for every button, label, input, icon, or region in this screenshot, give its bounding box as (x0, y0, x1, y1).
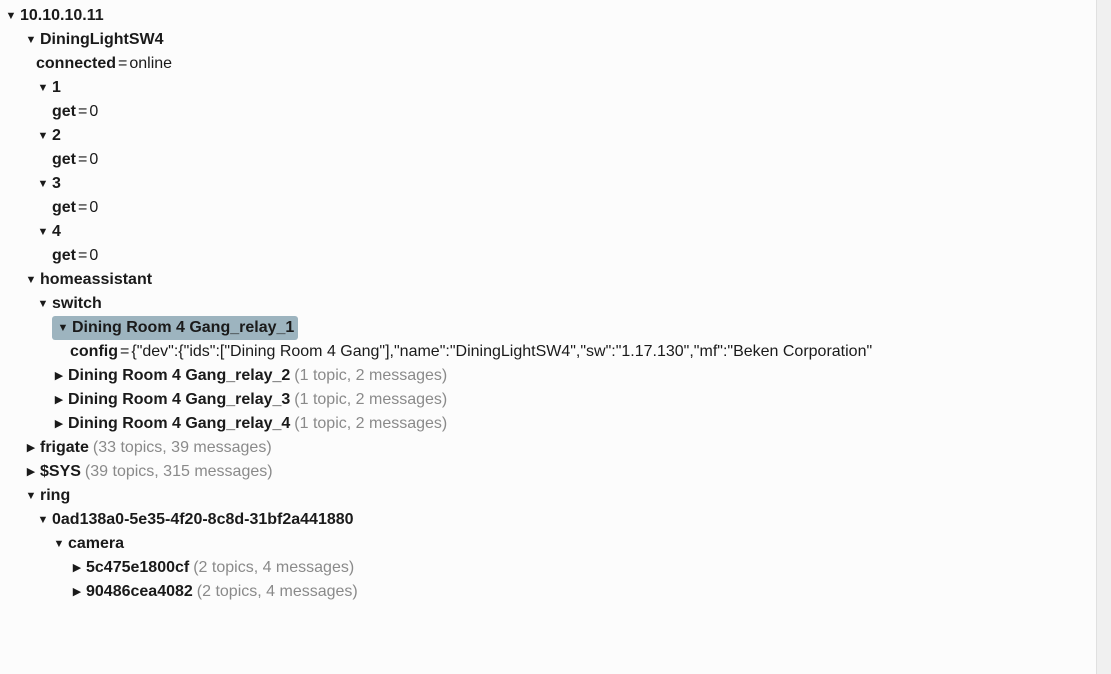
prop-value: 0 (89, 244, 98, 268)
node-label: Dining Room 4 Gang_relay_2 (68, 364, 290, 388)
tree-node-dining[interactable]: DiningLightSW4 (0, 28, 1111, 52)
node-meta: (33 topics, 39 messages) (93, 436, 272, 460)
prop-value: 0 (89, 100, 98, 124)
node-meta: (39 topics, 315 messages) (85, 460, 273, 484)
selected-node[interactable]: Dining Room 4 Gang_relay_1 (52, 316, 298, 340)
tree-leaf-ch4-get[interactable]: get = 0 (0, 244, 1111, 268)
node-label: switch (52, 292, 102, 316)
tree-node-relay4[interactable]: Dining Room 4 Gang_relay_4 (1 topic, 2 m… (0, 412, 1111, 436)
chevron-right-icon[interactable] (24, 460, 38, 484)
chevron-down-icon[interactable] (36, 220, 50, 244)
node-meta: (1 topic, 2 messages) (294, 412, 447, 436)
node-meta: (1 topic, 2 messages) (294, 388, 447, 412)
prop-key: get (52, 196, 76, 220)
tree-leaf-ch3-get[interactable]: get = 0 (0, 196, 1111, 220)
prop-key: get (52, 100, 76, 124)
tree-node-ch1[interactable]: 1 (0, 76, 1111, 100)
tree-leaf-relay1-config[interactable]: config = {"dev":{"ids":["Dining Room 4 G… (0, 340, 1111, 364)
node-label: ring (40, 484, 70, 508)
tree-node-root[interactable]: 10.10.10.11 (0, 4, 1111, 28)
tree-node-relay2[interactable]: Dining Room 4 Gang_relay_2 (1 topic, 2 m… (0, 364, 1111, 388)
node-label: frigate (40, 436, 89, 460)
tree-container: 10.10.10.11 DiningLightSW4 connected = o… (0, 0, 1111, 674)
chevron-right-icon[interactable] (70, 580, 84, 604)
chevron-down-icon[interactable] (24, 268, 38, 292)
tree-leaf-ch1-get[interactable]: get = 0 (0, 100, 1111, 124)
chevron-right-icon[interactable] (52, 364, 66, 388)
vertical-scrollbar[interactable] (1096, 0, 1111, 674)
chevron-down-icon[interactable] (52, 532, 66, 556)
equals-sign: = (118, 52, 127, 76)
node-label: homeassistant (40, 268, 152, 292)
node-label: Dining Room 4 Gang_relay_1 (72, 316, 294, 340)
tree-node-ring-uuid[interactable]: 0ad138a0-5e35-4f20-8c8d-31bf2a441880 (0, 508, 1111, 532)
node-meta: (2 topics, 4 messages) (197, 580, 358, 604)
node-label: 5c475e1800cf (86, 556, 189, 580)
chevron-down-icon[interactable] (36, 172, 50, 196)
node-meta: (2 topics, 4 messages) (193, 556, 354, 580)
node-label: 10.10.10.11 (20, 4, 104, 28)
chevron-down-icon[interactable] (24, 28, 38, 52)
chevron-right-icon[interactable] (52, 412, 66, 436)
tree-node-ch2[interactable]: 2 (0, 124, 1111, 148)
equals-sign: = (78, 244, 87, 268)
chevron-down-icon[interactable] (56, 316, 70, 340)
node-label: DiningLightSW4 (40, 28, 164, 52)
tree-node-ch3[interactable]: 3 (0, 172, 1111, 196)
tree-node-camera2[interactable]: 90486cea4082 (2 topics, 4 messages) (0, 580, 1111, 604)
tree-node-relay1[interactable]: Dining Room 4 Gang_relay_1 (0, 316, 1111, 340)
prop-key: config (70, 340, 118, 364)
tree-node-camera[interactable]: camera (0, 532, 1111, 556)
tree-leaf-connected[interactable]: connected = online (0, 52, 1111, 76)
prop-value: 0 (89, 196, 98, 220)
tree-node-frigate[interactable]: frigate (33 topics, 39 messages) (0, 436, 1111, 460)
chevron-down-icon[interactable] (24, 484, 38, 508)
prop-key: connected (36, 52, 116, 76)
node-label: 3 (52, 172, 61, 196)
equals-sign: = (78, 148, 87, 172)
chevron-down-icon[interactable] (36, 76, 50, 100)
tree-node-ch4[interactable]: 4 (0, 220, 1111, 244)
node-label: 0ad138a0-5e35-4f20-8c8d-31bf2a441880 (52, 508, 354, 532)
equals-sign: = (120, 340, 129, 364)
tree-node-homeassistant[interactable]: homeassistant (0, 268, 1111, 292)
node-label: 2 (52, 124, 61, 148)
chevron-right-icon[interactable] (70, 556, 84, 580)
tree-node-relay3[interactable]: Dining Room 4 Gang_relay_3 (1 topic, 2 m… (0, 388, 1111, 412)
node-label: $SYS (40, 460, 81, 484)
node-label: 1 (52, 76, 61, 100)
tree-node-sys[interactable]: $SYS (39 topics, 315 messages) (0, 460, 1111, 484)
chevron-down-icon[interactable] (36, 508, 50, 532)
prop-value: 0 (89, 148, 98, 172)
node-label: 4 (52, 220, 61, 244)
node-label: camera (68, 532, 124, 556)
equals-sign: = (78, 196, 87, 220)
chevron-down-icon[interactable] (36, 124, 50, 148)
tree-node-switch[interactable]: switch (0, 292, 1111, 316)
prop-value: {"dev":{"ids":["Dining Room 4 Gang"],"na… (131, 340, 872, 364)
prop-key: get (52, 244, 76, 268)
prop-value: online (129, 52, 172, 76)
node-label: Dining Room 4 Gang_relay_4 (68, 412, 290, 436)
tree-leaf-ch2-get[interactable]: get = 0 (0, 148, 1111, 172)
chevron-right-icon[interactable] (52, 388, 66, 412)
node-label: 90486cea4082 (86, 580, 193, 604)
chevron-right-icon[interactable] (24, 436, 38, 460)
chevron-down-icon[interactable] (4, 4, 18, 28)
chevron-down-icon[interactable] (36, 292, 50, 316)
prop-key: get (52, 148, 76, 172)
tree-node-ring[interactable]: ring (0, 484, 1111, 508)
node-label: Dining Room 4 Gang_relay_3 (68, 388, 290, 412)
node-meta: (1 topic, 2 messages) (294, 364, 447, 388)
equals-sign: = (78, 100, 87, 124)
tree-node-camera1[interactable]: 5c475e1800cf (2 topics, 4 messages) (0, 556, 1111, 580)
